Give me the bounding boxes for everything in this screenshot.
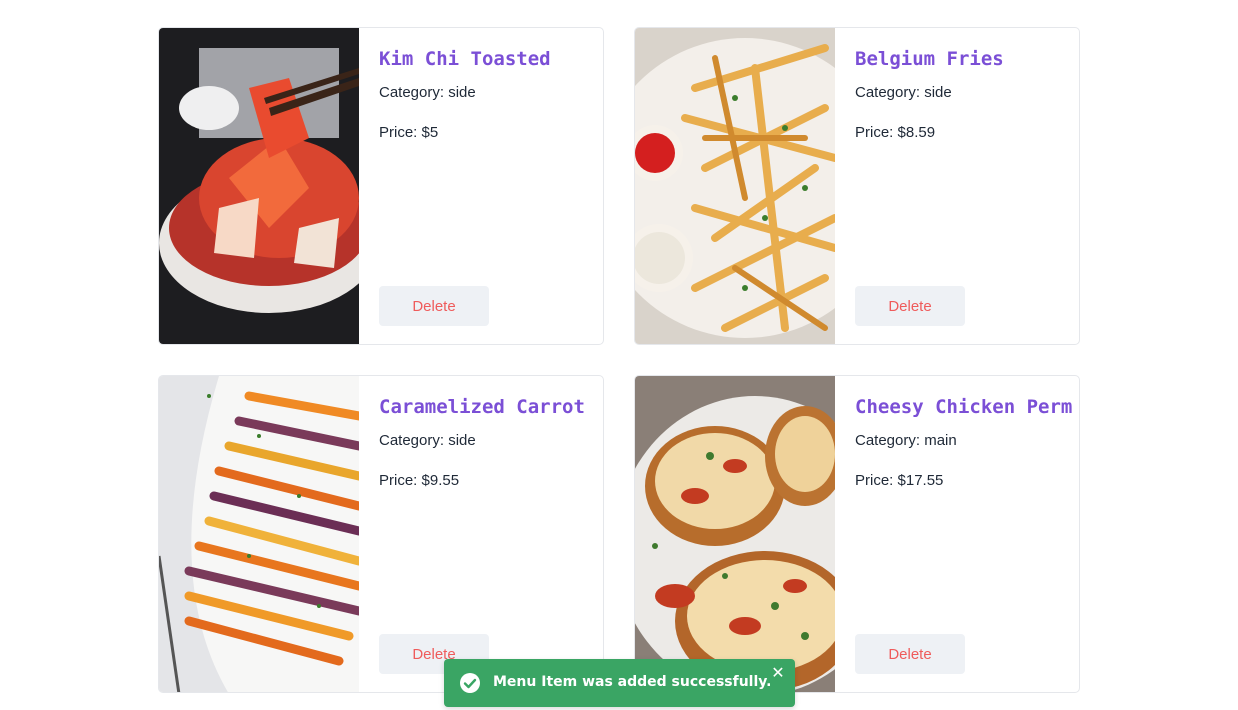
toast-message: Menu Item was added successfully. bbox=[493, 674, 772, 690]
fries-photo bbox=[635, 28, 835, 344]
close-icon[interactable]: ✕ bbox=[769, 665, 787, 683]
delete-button[interactable]: Delete bbox=[379, 286, 489, 326]
menu-item-price: Price: $17.55 bbox=[855, 472, 944, 489]
menu-item-price: Price: $8.59 bbox=[855, 124, 936, 141]
chicken-parm-photo bbox=[635, 376, 835, 692]
menu-item-price: Price: $9.55 bbox=[379, 472, 460, 489]
menu-card: Cheesy Chicken Perm Category: main Price… bbox=[634, 375, 1080, 693]
card-body: Belgium Fries Category: side Price: $8.5… bbox=[855, 28, 1079, 344]
menu-item-category: Category: side bbox=[379, 84, 476, 101]
success-toast: Menu Item was added successfully. ✕ bbox=[444, 659, 795, 707]
delete-button[interactable]: Delete bbox=[855, 286, 965, 326]
menu-card: Caramelized Carrot Category: side Price:… bbox=[158, 375, 604, 693]
menu-card: Belgium Fries Category: side Price: $8.5… bbox=[634, 27, 1080, 345]
menu-item-name: Cheesy Chicken Perm bbox=[855, 396, 1073, 418]
menu-item-category: Category: main bbox=[855, 432, 957, 449]
menu-item-category: Category: side bbox=[379, 432, 476, 449]
menu-item-name: Kim Chi Toasted bbox=[379, 48, 551, 70]
menu-item-category: Category: side bbox=[855, 84, 952, 101]
card-body: Cheesy Chicken Perm Category: main Price… bbox=[855, 376, 1079, 692]
card-body: Caramelized Carrot Category: side Price:… bbox=[379, 376, 603, 692]
menu-item-name: Belgium Fries bbox=[855, 48, 1004, 70]
carrot-photo bbox=[159, 376, 359, 692]
menu-grid: Kim Chi Toasted Category: side Price: $5… bbox=[0, 0, 1238, 710]
menu-item-price: Price: $5 bbox=[379, 124, 439, 141]
card-body: Kim Chi Toasted Category: side Price: $5… bbox=[379, 28, 603, 344]
menu-card: Kim Chi Toasted Category: side Price: $5… bbox=[158, 27, 604, 345]
kimchi-photo bbox=[159, 28, 359, 344]
delete-button[interactable]: Delete bbox=[855, 634, 965, 674]
menu-item-name: Caramelized Carrot bbox=[379, 396, 585, 418]
check-circle-icon bbox=[460, 673, 480, 693]
